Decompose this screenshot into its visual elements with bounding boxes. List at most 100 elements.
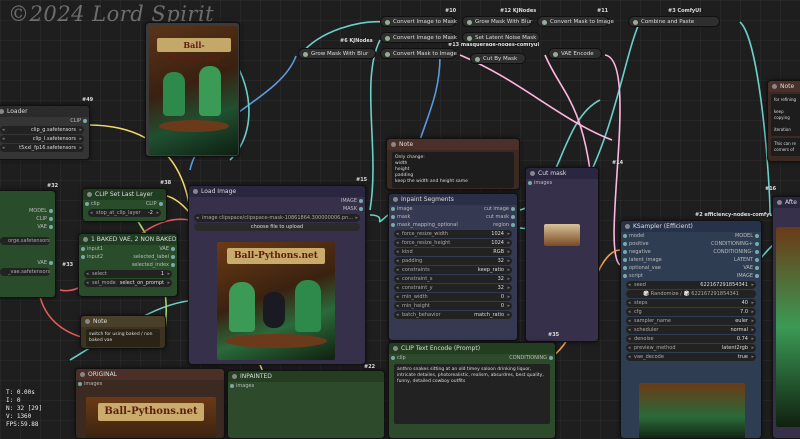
cfg-widget[interactable]: cfg7.0 [626, 308, 756, 316]
selected-index-output[interactable]: selected_index [128, 261, 177, 269]
clip-name-1[interactable]: clip_g.safetensors [0, 126, 84, 134]
cut-mask-output[interactable]: cut mask [454, 213, 517, 221]
conditioning-plus-output[interactable]: CONDITIONING+ [691, 240, 761, 248]
sel-mode-widget[interactable]: sel_modeselect_on_prompt [84, 279, 172, 287]
select-widget[interactable]: select1 [84, 270, 172, 278]
selected-label-output[interactable]: selected_label [128, 253, 177, 261]
image-output[interactable]: IMAGE [189, 197, 365, 205]
sampler-name-widget[interactable]: sampler_nameeuler [626, 317, 756, 325]
vae-output[interactable]: VAE [691, 264, 761, 272]
cut-by-mask-node[interactable]: Cut By Mask [470, 53, 526, 64]
clip-input[interactable]: clip [83, 200, 123, 208]
clip-name-3[interactable]: t5xxl_fp16.safetensors [0, 144, 84, 152]
latent-image-input[interactable]: latent_image [621, 256, 691, 264]
clip-set-last-layer-node[interactable]: CLIP Set Last Layer clip CLIP stop_at_cl… [82, 188, 167, 222]
grow-mask-with-blur-node[interactable]: Grow Mask With Blur [462, 16, 532, 27]
vae-output[interactable]: VAE [128, 245, 177, 253]
widget-force-resize-width[interactable]: force_resize_width1024 [394, 230, 512, 238]
combine-and-paste-node[interactable]: Combine and Paste [628, 16, 720, 27]
mask-input[interactable]: mask [389, 213, 454, 221]
cut-image-output[interactable]: cut image [454, 205, 517, 213]
input1-slot[interactable]: input1 [79, 245, 128, 253]
model-output[interactable]: MODEL [0, 207, 55, 215]
negative-input[interactable]: negative [621, 248, 691, 256]
vae-decode-widget[interactable]: vae_decodetrue [626, 353, 756, 361]
clip-output[interactable]: CLIP [0, 117, 89, 125]
model-input[interactable]: model [621, 232, 691, 240]
widget-min-width[interactable]: min_width0 [394, 293, 512, 301]
cut-mask-preview-node[interactable]: Cut mask images [525, 167, 599, 342]
optional-vae-input[interactable]: optional_vae [621, 264, 691, 272]
clip-name-2[interactable]: clip_l.safetensors [0, 135, 84, 143]
image-preview-node[interactable]: Ball-Pythons.net [145, 22, 240, 157]
stop-at-clip-layer-widget[interactable]: stop_at_clip_layer-2 [88, 209, 161, 217]
denoise-widget[interactable]: denoise0.74 [626, 335, 756, 343]
image-input[interactable]: image [389, 205, 454, 213]
images-input[interactable]: images [526, 179, 598, 187]
widget-min-height[interactable]: min_height0 [394, 302, 512, 310]
image-output[interactable]: IMAGE [691, 272, 761, 280]
note-left-node[interactable]: Note switch for using baked / non baked … [80, 315, 166, 349]
conditioning-output[interactable]: CONDITIONING [472, 354, 555, 362]
vae-name[interactable]: _vae.safetensors [0, 268, 50, 276]
ckpt-name[interactable]: orge.safetensors [0, 237, 50, 245]
widget-kind[interactable]: kindRGB [394, 248, 512, 256]
inpaint-segments-node[interactable]: Inpaint Segments image mask mask_mapping… [388, 193, 518, 341]
checkpoint-loader-node[interactable]: #32 MODEL CLIP VAE orge.safetensors VAE … [0, 190, 56, 298]
widget-constraint-y[interactable]: constraint_y32 [394, 284, 512, 292]
grow-mask-with-blur-left-node[interactable]: Grow Mask With Blur [298, 48, 376, 59]
widget-batch-behavior[interactable]: batch_behaviormatch_ratio [394, 311, 512, 319]
note-center-text[interactable]: Only change: width height padding keep t… [392, 152, 514, 188]
input2-slot[interactable]: input2 [79, 253, 128, 261]
original-preview-node[interactable]: ORIGINAL images Ball-Pythons.net [75, 368, 225, 439]
note-right-text-2[interactable]: This can re corners of [771, 138, 800, 156]
region-output[interactable]: region [454, 221, 517, 229]
scheduler-widget[interactable]: schedulernormal [626, 326, 756, 334]
script-input[interactable]: script [621, 272, 691, 280]
note-center-node[interactable]: Note Only change: width height padding k… [386, 138, 520, 190]
steps-widget[interactable]: steps40 [626, 299, 756, 307]
clip-output[interactable]: CLIP [125, 200, 165, 208]
inpainted-title: INPAINTED [228, 371, 384, 382]
images-input[interactable]: images [228, 382, 384, 390]
convert-mask-to-image-node[interactable]: Convert Mask to Image [537, 16, 614, 27]
images-input[interactable]: images [76, 380, 224, 388]
upload-button[interactable]: choose file to upload [194, 223, 360, 231]
widget-force-resize-height[interactable]: force_resize_height1024 [394, 239, 512, 247]
loader-node[interactable]: #49 Loader CLIP clip_g.safetensors clip_… [0, 105, 90, 160]
node-id-3: #3 ComfyUI [668, 8, 702, 14]
conditioning-minus-output[interactable]: CONDITIONING- [691, 248, 761, 256]
vae-encode-node[interactable]: VAE Encode [548, 48, 602, 59]
set-latent-noise-mask-node[interactable]: Set Latent Noise Mask [462, 32, 540, 43]
model-output[interactable]: MODEL [691, 232, 761, 240]
mask-output[interactable]: MASK [189, 205, 365, 213]
baked-vae-switch-node[interactable]: 1 BAKED VAE, 2 NON BAKED input1 input2 V… [78, 233, 178, 297]
clip-input[interactable]: clip [389, 354, 472, 362]
note-right-node[interactable]: Note for refining keep copying iteration… [767, 80, 800, 162]
widget-constraints[interactable]: constraintskeep_ratio [394, 266, 512, 274]
note-left-text[interactable]: switch for using baked / non baked vae [86, 329, 160, 347]
positive-input[interactable]: positive [621, 240, 691, 248]
convert-image-to-mask-node[interactable]: Convert Image to Mask [380, 16, 457, 27]
prompt-textarea[interactable]: anthro snakes sitting at an old timey sa… [394, 364, 550, 424]
clip-output[interactable]: CLIP [0, 215, 55, 223]
inpainted-preview-node[interactable]: INPAINTED images [227, 370, 385, 439]
randomize-button[interactable]: 🎲 Randomize / 🎲 622167291854341 [626, 290, 756, 298]
vae-output[interactable]: VAE [0, 223, 55, 231]
node-graph-canvas[interactable]: ©2024 Lord Spirit #10 #12 KJNodes #11 #3… [0, 0, 800, 439]
widget-constraint-x[interactable]: constraint_x32 [394, 275, 512, 283]
convert-mask-to-image-2-node[interactable]: Convert Mask to Image [380, 48, 457, 59]
clip-text-encode-node[interactable]: CLIP Text Encode (Prompt) clip CONDITION… [388, 342, 556, 439]
load-image-node[interactable]: Load Image IMAGE MASK image clipspace/cl… [188, 185, 366, 365]
convert-image-to-mask-2-node[interactable]: Convert Image to Mask [380, 32, 457, 43]
seed-widget[interactable]: seed622167291854341 [626, 281, 756, 289]
vae-output-2[interactable]: VAE [0, 259, 55, 267]
after-preview-node[interactable]: Afte [772, 196, 800, 439]
ksampler-efficient-node[interactable]: KSampler (Efficient) model positive nega… [620, 220, 762, 439]
mask-mapping-input[interactable]: mask_mapping_optional [389, 221, 458, 229]
note-right-text[interactable]: for refining keep copying iteration [771, 94, 800, 136]
widget-padding[interactable]: padding32 [394, 257, 512, 265]
latent-output[interactable]: LATENT [691, 256, 761, 264]
image-select-widget[interactable]: image clipspace/clipspace-mask-10861864.… [194, 214, 360, 222]
preview-method-widget[interactable]: preview_methodlatent2rgb [626, 344, 756, 352]
